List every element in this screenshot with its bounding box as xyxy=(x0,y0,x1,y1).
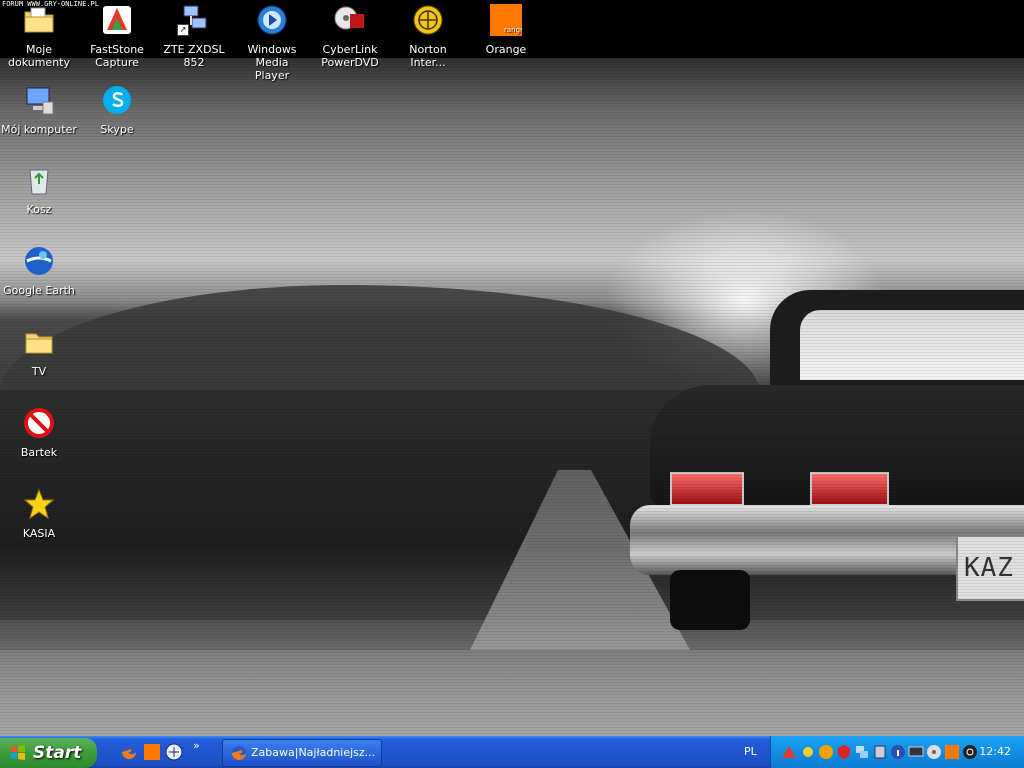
tray-cd-icon[interactable] xyxy=(926,744,942,760)
language-indicator[interactable]: PL xyxy=(744,736,757,768)
tray-triangle-icon[interactable] xyxy=(781,744,797,760)
star-icon xyxy=(23,488,55,520)
desktop-icon-label: KASIA xyxy=(22,527,56,540)
orange-icon: range xyxy=(490,4,524,36)
desktop-icon-label: CyberLink PowerDVD xyxy=(321,43,379,69)
desktop-icon-moj-komputer[interactable]: Mój komputer xyxy=(0,84,78,136)
browser-quicklaunch-icon[interactable] xyxy=(165,743,183,761)
desktop-icon-label: Mój komputer xyxy=(1,123,77,136)
system-tray: 12:42 xyxy=(770,736,1024,768)
desktop-icon-label: Moje dokumenty xyxy=(8,43,70,69)
orange-logo-text: range xyxy=(504,26,522,34)
orange-quicklaunch-icon[interactable] xyxy=(143,743,161,761)
start-button[interactable]: Start xyxy=(0,738,97,768)
norton-icon xyxy=(413,5,443,35)
desktop-icon-kosz[interactable]: Kosz xyxy=(0,164,78,216)
taskbar-window-button[interactable]: Zabawa|Najładniejsz... xyxy=(222,739,382,767)
desktop-icon-cyberlink-powerdvd[interactable]: CyberLink PowerDVD xyxy=(311,4,389,69)
desktop-icon-windows-media-player[interactable]: Windows Media Player xyxy=(233,4,311,82)
skype-icon xyxy=(103,86,131,114)
desktop-icon-zte[interactable]: ↗ ZTE ZXDSL 852 xyxy=(155,4,233,69)
shortcut-arrow-icon: ↗ xyxy=(177,24,189,36)
desktop-icon-label: Orange xyxy=(485,43,527,56)
computer-icon xyxy=(26,87,54,115)
windows-logo-icon xyxy=(11,745,25,760)
tray-shield-icon[interactable] xyxy=(818,744,834,760)
desktop-icon-bartek[interactable]: Bartek xyxy=(0,407,78,459)
folder-icon xyxy=(25,333,53,354)
desktop-icon-norton[interactable]: Norton Inter... xyxy=(389,4,467,69)
desktop-icon-skype[interactable]: Skype xyxy=(78,84,156,136)
desktop-icon-label: ZTE ZXDSL 852 xyxy=(163,43,225,69)
firefox-icon xyxy=(232,746,246,760)
desktop-icon-moje-dokumenty[interactable]: Moje dokumenty xyxy=(0,4,78,69)
taskbar-window-title: Zabawa|Najładniejsz... xyxy=(251,746,376,759)
desktop-icon-label: Windows Media Player xyxy=(247,43,297,82)
google-earth-icon xyxy=(25,247,53,275)
desktop-icon-label: Skype xyxy=(100,123,134,136)
taskbar: Start » Zabawa|Najładniejsz... PL 12:42 xyxy=(0,736,1024,768)
desktop-icon-faststone-capture[interactable]: FastStone Capture xyxy=(78,4,156,69)
desktop-icon-label: TV xyxy=(31,365,47,378)
media-player-icon xyxy=(257,5,287,35)
tray-device-icon[interactable] xyxy=(872,744,888,760)
tray-wireless-icon[interactable] xyxy=(962,744,978,760)
desktop-icon-google-earth[interactable]: Google Earth xyxy=(0,245,78,297)
firefox-quicklaunch-icon[interactable] xyxy=(120,743,138,761)
faststone-icon xyxy=(103,6,131,34)
wallpaper-car: KAZ xyxy=(630,280,1024,640)
desktop-icon-label: Google Earth xyxy=(3,284,75,297)
desktop-icon-orange[interactable]: range Orange xyxy=(467,4,545,56)
tray-info-icon[interactable] xyxy=(890,744,906,760)
tray-orange-icon[interactable] xyxy=(944,744,960,760)
forbidden-icon xyxy=(24,408,54,438)
tray-network-icon[interactable] xyxy=(854,744,870,760)
start-label: Start xyxy=(33,743,82,763)
license-plate: KAZ xyxy=(956,535,1024,601)
folder-documents-icon xyxy=(24,7,54,33)
tray-security-icon[interactable] xyxy=(836,744,852,760)
clock[interactable]: 12:42 xyxy=(979,736,1011,768)
quicklaunch-chevron[interactable]: » xyxy=(193,739,200,752)
desktop-icon-label: Bartek xyxy=(20,446,58,459)
desktop-icon-label: FastStone Capture xyxy=(90,43,144,69)
dvd-icon xyxy=(334,6,364,30)
tray-monitor-icon[interactable] xyxy=(908,744,924,760)
recycle-bin-icon xyxy=(29,169,49,195)
desktop-icon-tv[interactable]: TV xyxy=(0,326,78,378)
desktop-icon-kasia[interactable]: KASIA xyxy=(0,488,78,540)
desktop-icon-label: Kosz xyxy=(26,203,52,216)
tray-sun-icon[interactable] xyxy=(800,744,816,760)
desktop-icon-label: Norton Inter... xyxy=(409,43,447,69)
